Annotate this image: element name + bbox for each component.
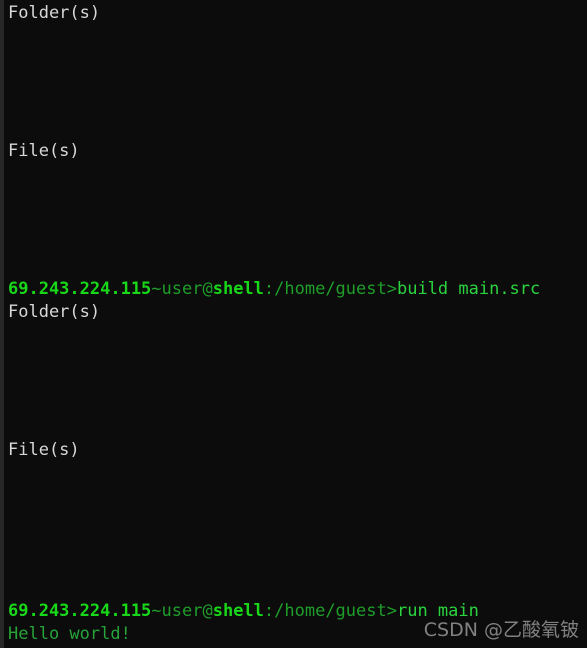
- terminal-window[interactable]: Folder(s) drwxrwxrwxguestguest000:00Desk…: [0, 0, 587, 648]
- folders-header-1: Folder(s): [8, 3, 101, 23]
- prompt-host: shell: [212, 601, 264, 621]
- prompt-path: :/home/guest>: [263, 279, 397, 299]
- prompt-path: :/home/guest>: [263, 601, 397, 621]
- prompt-ip: 69.243.224.115: [8, 279, 152, 299]
- files-header-2: File(s): [8, 440, 80, 460]
- folders-header-2: Folder(s): [8, 302, 101, 322]
- folder-row[interactable]: drwxrwxrwxguestguest000:00Desktop: [0, 25, 587, 48]
- prompt-user-separator: ~user@: [151, 601, 213, 621]
- prompt-host: shell: [212, 279, 264, 299]
- command-text-1[interactable]: build main.src: [397, 279, 540, 299]
- file-row[interactable]: -rwxr-xr-xTonuccTonucc000:00main.src: [0, 531, 587, 554]
- file-row[interactable]: -rwxrwxrwxrootroot319271700:00crypto.so: [0, 485, 587, 508]
- file-row[interactable]: -rwxrwxrwxrootroot429345000:00metaxploit…: [0, 462, 587, 485]
- folder-row[interactable]: drwxrwxrwxguestguest000:00Desktop: [0, 324, 587, 347]
- folder-row[interactable]: drwx------guestguest000:00.Trash: [0, 94, 587, 117]
- files-header-1: File(s): [8, 141, 80, 161]
- prompt-line-1[interactable]: 69.243.224.115~user@shell:/home/guest>bu…: [0, 278, 587, 301]
- folder-row[interactable]: drwxrwxrwxguestguest000:00Config: [0, 71, 587, 94]
- folder-row[interactable]: drwxrwxrwxguestguest000:00Downloads: [0, 48, 587, 71]
- file-row[interactable]: -rwxrwxrwxrootroot505504900:00shellOs: [0, 209, 587, 232]
- file-row[interactable]: -rwxrwxrwxrootroot505504900:00shellOs: [0, 508, 587, 531]
- file-row[interactable]: -rwxrwxrwxrootroot319271700:00crypto.so: [0, 186, 587, 209]
- file-row[interactable]: -rwxr-xr-xTonuccTonucc000:00main.src: [0, 232, 587, 255]
- folder-row[interactable]: drwxrwxrwxguestguest000:00Downloads: [0, 347, 587, 370]
- folder-row[interactable]: drwxrwxrwxguestguest000:00Config: [0, 370, 587, 393]
- file-row[interactable]: -rwxrwxrwxrootroot429345000:00metaxploit…: [0, 163, 587, 186]
- watermark: CSDN @乙酸氧铍: [423, 619, 579, 641]
- file-row-selected[interactable]: -rwxr-xr-xTonuccTonucc583754900:00main: [0, 554, 587, 577]
- folder-row[interactable]: drwx------guestguest000:00.Trash: [0, 393, 587, 416]
- prompt-ip: 69.243.224.115: [8, 601, 152, 621]
- terminal-screen: Folder(s) drwxrwxrwxguestguest000:00Desk…: [0, 0, 587, 646]
- prompt-user-separator: ~user@: [151, 279, 213, 299]
